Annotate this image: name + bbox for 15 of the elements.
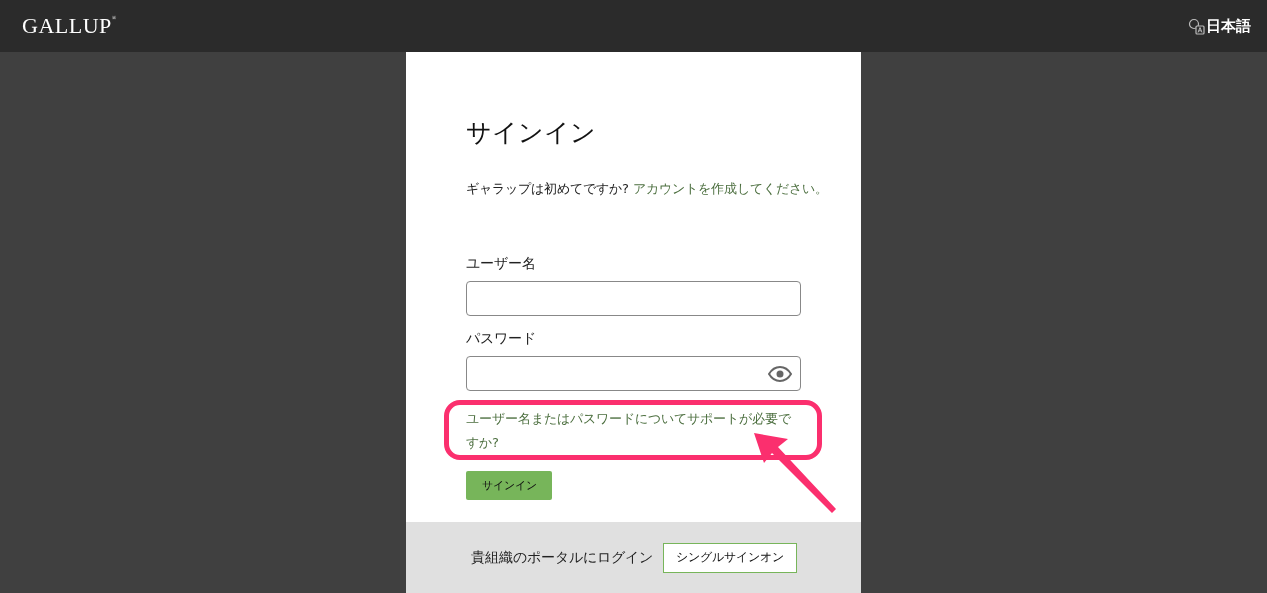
- language-selector[interactable]: 日本語: [1188, 16, 1251, 36]
- translate-icon: [1188, 17, 1205, 35]
- field-label: ユーザー名: [466, 255, 536, 273]
- username-field[interactable]: [466, 281, 801, 316]
- intro-text: ギャラップは初めてですか? アカウントを作成してください。: [466, 180, 829, 198]
- field-label: パスワード: [466, 330, 536, 348]
- signin-button[interactable]: サインイン: [466, 471, 552, 500]
- logo: GALLUP$^{®}$: [22, 13, 117, 39]
- help-link[interactable]: ユーザー名またはパスワードについてサポートが必要ですか?: [466, 407, 796, 455]
- create-account-link[interactable]: アカウントを作成してください。: [633, 181, 829, 196]
- eye-icon[interactable]: [768, 365, 792, 382]
- sso-button[interactable]: シングルサインオン: [662, 542, 797, 573]
- page-title: サインイン: [466, 117, 596, 149]
- portal-text: 貴組織のポータルにログイン: [470, 548, 653, 567]
- password-field[interactable]: [466, 356, 801, 391]
